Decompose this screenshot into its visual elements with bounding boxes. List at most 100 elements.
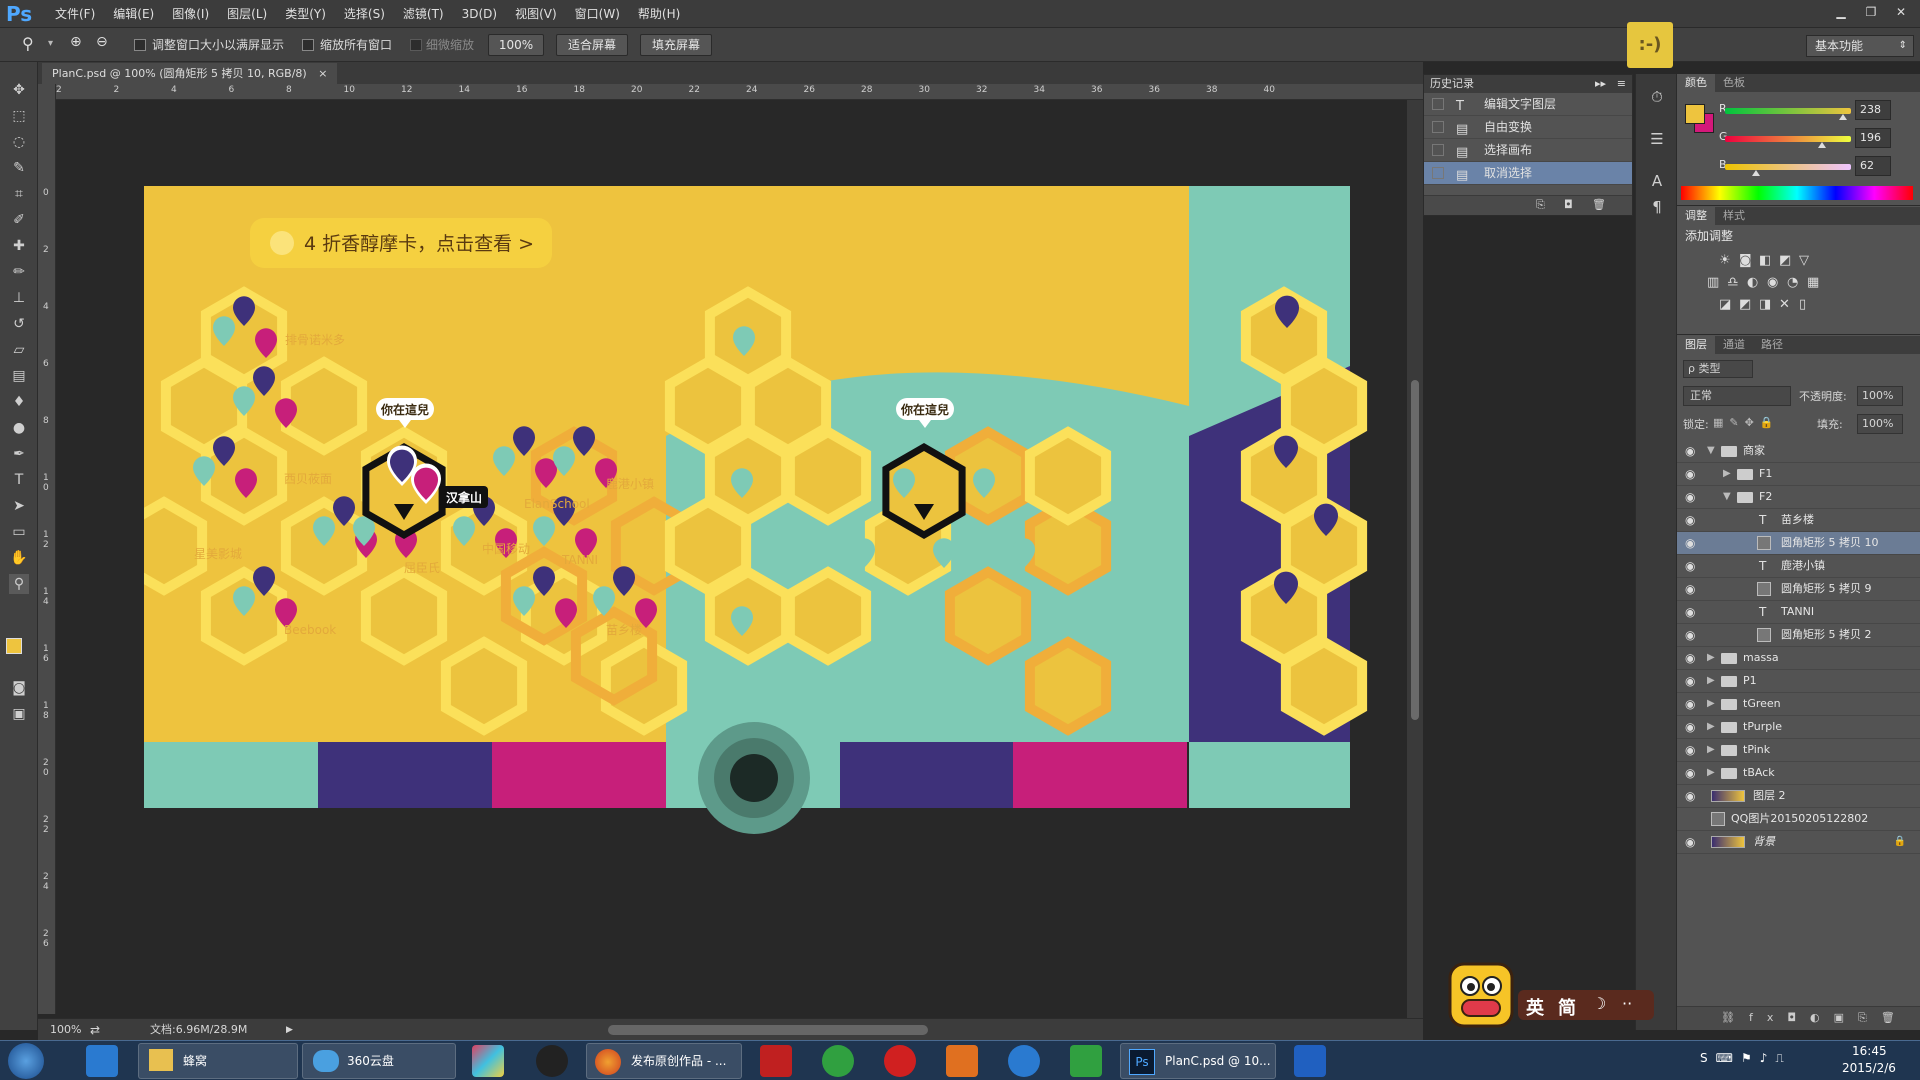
layer-row[interactable]: ◉ 圆角矩形 5 拷贝 10 — [1677, 532, 1920, 555]
layer-name[interactable]: tBAck — [1743, 762, 1775, 784]
chevron-down-icon[interactable]: ▼ — [1723, 486, 1731, 508]
menu-item-10[interactable]: 帮助(H) — [629, 0, 689, 28]
layer-name[interactable]: F1 — [1759, 463, 1772, 485]
layer-name[interactable]: 鹿港小镇 — [1781, 555, 1825, 577]
layer-row[interactable]: ◉ ▶ tGreen — [1677, 693, 1920, 716]
eye-icon[interactable]: ◉ — [1685, 651, 1699, 665]
pen-tool-icon[interactable]: ✒ — [9, 444, 29, 464]
zoom-all-checkbox[interactable] — [302, 39, 314, 51]
zoom-tool-active-icon[interactable]: ⚲ — [9, 574, 29, 594]
app4-icon[interactable] — [1294, 1045, 1326, 1077]
menu-item-6[interactable]: 滤镜(T) — [394, 0, 453, 28]
r-slider-caret[interactable] — [1838, 114, 1847, 120]
tab-swatches[interactable]: 色板 — [1715, 74, 1753, 92]
history-checkbox[interactable] — [1432, 98, 1444, 110]
menu-item-9[interactable]: 窗口(W) — [566, 0, 629, 28]
chevron-right-icon[interactable]: ▶ — [1707, 716, 1715, 738]
chevron-down-icon[interactable]: ▼ — [1707, 440, 1715, 462]
eye-icon[interactable]: ◉ — [1685, 674, 1699, 688]
close-tab-icon[interactable]: × — [318, 67, 327, 80]
layer-row[interactable]: ◉ ▶ P1 — [1677, 670, 1920, 693]
layer-row[interactable]: ◉ 图层 2 — [1677, 785, 1920, 808]
b-slider[interactable] — [1725, 164, 1851, 170]
taskbar-item-photoshop[interactable]: Ps PlanC.psd @ 10... — [1120, 1043, 1276, 1079]
layer-row[interactable]: ◉ ▶ massa — [1677, 647, 1920, 670]
trash-icon[interactable]: 🗑 — [1592, 198, 1606, 211]
ime-more-icon[interactable]: ·· — [1622, 994, 1632, 1013]
eye-icon[interactable]: ◉ — [1685, 835, 1699, 849]
zoom-out-icon[interactable]: ⊖ — [96, 34, 108, 50]
layer-row[interactable]: ◉ ▶ F1 — [1677, 463, 1920, 486]
tab-channels[interactable]: 通道 — [1715, 336, 1753, 354]
zoom-100-button[interactable]: 100% — [488, 34, 544, 56]
stamp-tool-icon[interactable]: ⊥ — [9, 288, 29, 308]
selective-color-adjustment-icon[interactable]: ✕ — [1779, 297, 1790, 312]
app-icon[interactable] — [472, 1045, 504, 1077]
horizontal-scroll-thumb[interactable] — [608, 1025, 928, 1035]
visibility-off-icon[interactable] — [1685, 812, 1699, 826]
menu-item-7[interactable]: 3D(D) — [453, 0, 506, 28]
chevron-right-icon[interactable]: ▶ — [1707, 739, 1715, 761]
fill-screen-button[interactable]: 填充屏幕 — [640, 34, 712, 56]
ie2-icon[interactable] — [1008, 1045, 1040, 1077]
resize-windows-checkbox[interactable] — [134, 39, 146, 51]
color-spectrum-bar[interactable] — [1681, 186, 1913, 200]
layer-row[interactable]: ◉ 圆角矩形 5 拷贝 2 — [1677, 624, 1920, 647]
menu-item-3[interactable]: 图层(L) — [218, 0, 276, 28]
exposure-adjustment-icon[interactable]: ◩ — [1779, 253, 1791, 268]
player-icon[interactable] — [884, 1045, 916, 1077]
fit-screen-button[interactable]: 适合屏幕 — [556, 34, 628, 56]
layer-row[interactable]: ◉ ▶ tPink — [1677, 739, 1920, 762]
taskbar-item-360[interactable]: 360云盘 — [302, 1043, 456, 1079]
chevron-right-icon[interactable]: ▶ — [1707, 670, 1715, 692]
taskbar-item-folder[interactable]: 蜂窝 — [138, 1043, 298, 1079]
tray-icons[interactable]: S⌨⚑♪⎍ — [1700, 1051, 1792, 1066]
panel-menu-icon[interactable]: ≡ — [1617, 75, 1626, 93]
clock-time[interactable]: 16:45 — [1852, 1044, 1887, 1058]
tab-paths[interactable]: 路径 — [1753, 336, 1791, 354]
brush-tool-icon[interactable]: ✏ — [9, 262, 29, 282]
tool-preset-chevron-icon[interactable]: ▾ — [48, 38, 53, 49]
menu-item-2[interactable]: 图像(I) — [163, 0, 218, 28]
start-button[interactable] — [8, 1043, 44, 1079]
gradient-tool-icon[interactable]: ▤ — [9, 366, 29, 386]
snapshot-icon[interactable]: ◘ — [1564, 198, 1573, 211]
chevron-right-icon[interactable]: ▶ — [1723, 463, 1731, 485]
invert-adjustment-icon[interactable]: ◪ — [1719, 297, 1731, 312]
eye-icon[interactable]: ◉ — [1685, 789, 1699, 803]
layer-name[interactable]: 图层 2 — [1753, 785, 1786, 807]
eye-icon[interactable]: ◉ — [1685, 697, 1699, 711]
screen-mode-icon[interactable]: ▣ — [9, 704, 29, 724]
layer-name[interactable]: 圆角矩形 5 拷贝 2 — [1781, 624, 1872, 646]
history-checkbox[interactable] — [1432, 121, 1444, 133]
history-checkbox[interactable] — [1432, 167, 1444, 179]
layer-name[interactable]: 背景 — [1753, 831, 1775, 853]
g-value[interactable]: 196 — [1855, 128, 1891, 148]
eye-icon[interactable]: ◉ — [1685, 559, 1699, 573]
tab-styles[interactable]: 样式 — [1715, 207, 1753, 225]
eyedropper-tool-icon[interactable]: ✐ — [9, 210, 29, 230]
layer-name[interactable]: 圆角矩形 5 拷贝 10 — [1781, 532, 1879, 554]
ie-icon[interactable] — [86, 1045, 118, 1077]
posterize-adjustment-icon[interactable]: ◩ — [1739, 297, 1751, 312]
layer-row[interactable]: ◉ T TANNI — [1677, 601, 1920, 624]
levels-adjustment-icon[interactable]: ◙ — [1739, 253, 1752, 268]
layer-row[interactable]: ◉ ▶ tBAck — [1677, 762, 1920, 785]
curves-adjustment-icon[interactable]: ◧ — [1759, 253, 1771, 268]
menu-item-5[interactable]: 选择(S) — [335, 0, 394, 28]
layer-name[interactable]: QQ图片20150205122802 — [1731, 808, 1868, 830]
eraser-tool-icon[interactable]: ▱ — [9, 340, 29, 360]
g-slider-caret[interactable] — [1817, 142, 1826, 148]
history-item[interactable]: ▤ 自由变换 — [1424, 116, 1632, 139]
eye-icon[interactable]: ◉ — [1685, 743, 1699, 757]
status-menu-arrow-icon[interactable]: ▶ — [286, 1019, 293, 1041]
r-slider[interactable] — [1725, 108, 1851, 114]
eye-icon[interactable]: ◉ — [1685, 582, 1699, 596]
ime-lang[interactable]: 英 — [1526, 994, 1544, 1020]
minimize-button[interactable]: ▁ — [1828, 2, 1854, 22]
layer-name[interactable]: 商家 — [1743, 440, 1765, 462]
g-slider[interactable] — [1725, 136, 1851, 142]
lock-icons[interactable]: ▦✎✥🔒 — [1713, 416, 1780, 429]
hand-tool-icon[interactable]: ✋ — [9, 548, 29, 568]
chevron-right-icon[interactable]: ▶ — [1707, 693, 1715, 715]
